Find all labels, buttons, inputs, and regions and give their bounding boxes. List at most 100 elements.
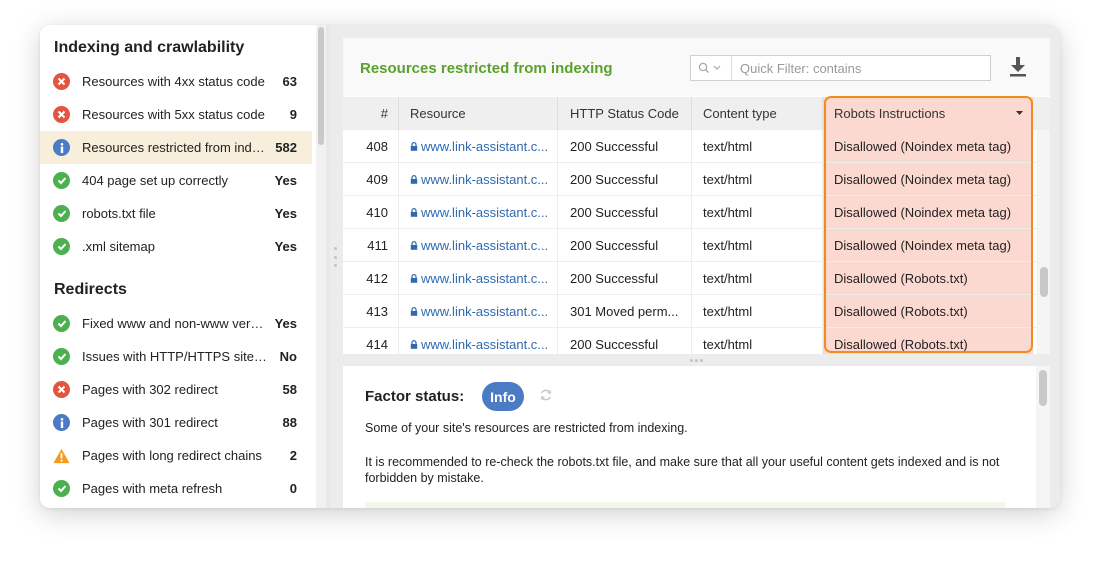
resource-link[interactable]: www.link-assistant.c... bbox=[399, 163, 558, 195]
factor-scroll-thumb[interactable] bbox=[1039, 370, 1047, 406]
resource-link[interactable]: www.link-assistant.c... bbox=[399, 295, 558, 327]
factor-scrollbar[interactable] bbox=[1036, 366, 1050, 508]
row-number: 409 bbox=[343, 163, 399, 195]
column-header-number[interactable]: # bbox=[343, 97, 399, 130]
refresh-button[interactable] bbox=[539, 388, 553, 402]
search-icon bbox=[698, 62, 721, 73]
sidebar-scrollbar[interactable] bbox=[316, 25, 326, 508]
sidebar-item-label: Pages with long redirect chains bbox=[82, 448, 262, 463]
column-header-robots[interactable]: Robots Instructions bbox=[823, 97, 1033, 130]
check-icon bbox=[53, 172, 70, 189]
content-type-cell-text: text/html bbox=[703, 171, 753, 187]
row-number: 414 bbox=[343, 328, 399, 354]
http-status-cell-text: 301 Moved perm... bbox=[570, 303, 679, 319]
resource-link-text[interactable]: www.link-assistant.c... bbox=[421, 139, 548, 154]
sidebar-item-label: Resources with 4xx status code bbox=[82, 74, 265, 89]
http-status-cell: 200 Successful bbox=[558, 163, 692, 195]
sidebar-item-label: Resources with 5xx status code bbox=[82, 107, 265, 122]
sidebar-item-fixed-www-and-non-www-versions[interactable]: Fixed www and non-www versions Yes bbox=[40, 307, 312, 340]
http-status-cell-text: 200 Successful bbox=[570, 204, 659, 220]
sidebar-item-pages-with-302-redirect[interactable]: Pages with 302 redirect 58 bbox=[40, 373, 312, 406]
content-type-cell: text/html bbox=[692, 130, 823, 162]
table-row[interactable]: 410 www.link-assistant.c... 200 Successful… bbox=[343, 196, 1037, 229]
column-label: Resource bbox=[410, 106, 466, 121]
table-row[interactable]: 413 www.link-assistant.c... 301 Moved perm… bbox=[343, 295, 1037, 328]
table-row[interactable]: 414 www.link-assistant.c... 200 Successful… bbox=[343, 328, 1037, 354]
resource-link-text[interactable]: www.link-assistant.c... bbox=[421, 337, 548, 352]
sidebar-item-issues-with-http-https-site-versions[interactable]: Issues with HTTP/HTTPS site ver... No bbox=[40, 340, 312, 373]
factor-status-badge: Info bbox=[482, 382, 524, 411]
download-icon bbox=[1010, 57, 1026, 77]
column-label: # bbox=[380, 106, 388, 121]
resource-link-text[interactable]: www.link-assistant.c... bbox=[421, 271, 548, 286]
resource-link[interactable]: www.link-assistant.c... bbox=[399, 130, 558, 162]
resource-link[interactable]: www.link-assistant.c... bbox=[399, 262, 558, 294]
column-header-http-status[interactable]: HTTP Status Code bbox=[558, 97, 692, 130]
resize-grip[interactable] bbox=[334, 247, 337, 267]
resource-link[interactable]: www.link-assistant.c... bbox=[399, 328, 558, 354]
resource-link-text[interactable]: www.link-assistant.c... bbox=[421, 238, 548, 253]
content-type-cell: text/html bbox=[692, 262, 823, 294]
table-row[interactable]: 409 www.link-assistant.c... 200 Successful… bbox=[343, 163, 1037, 196]
table-row[interactable]: 412 www.link-assistant.c... 200 Successful… bbox=[343, 262, 1037, 295]
resource-link-text[interactable]: www.link-assistant.c... bbox=[421, 304, 548, 319]
resource-link-text[interactable]: www.link-assistant.c... bbox=[421, 172, 548, 187]
error-icon bbox=[53, 381, 70, 398]
row-number: 408 bbox=[343, 130, 399, 162]
lock-icon bbox=[410, 339, 418, 349]
sidebar-scroll-thumb[interactable] bbox=[318, 27, 324, 145]
resource-link[interactable]: www.link-assistant.c... bbox=[399, 196, 558, 228]
search-filter-dropdown[interactable] bbox=[691, 56, 732, 80]
sidebar-item-pages-with-301-redirect[interactable]: Pages with 301 redirect 88 bbox=[40, 406, 312, 439]
sidebar-item-value: 582 bbox=[275, 140, 297, 155]
sidebar-item-label: Issues with HTTP/HTTPS site ver... bbox=[82, 349, 269, 364]
sidebar-item-robots-txt-file[interactable]: robots.txt file Yes bbox=[40, 197, 312, 230]
resource-link-text[interactable]: www.link-assistant.c... bbox=[421, 205, 548, 220]
sidebar-item-label: Pages with meta refresh bbox=[82, 481, 223, 496]
sidebar-item-pages-with-long-redirect-chains[interactable]: Pages with long redirect chains 2 bbox=[40, 439, 312, 472]
check-icon bbox=[53, 315, 70, 332]
table-row[interactable]: 411 www.link-assistant.c... 200 Successful… bbox=[343, 229, 1037, 262]
robots-instructions-cell-text: Disallowed (Noindex meta tag) bbox=[834, 138, 1012, 154]
sidebar-item-resources-restricted-from-indexing[interactable]: Resources restricted from indexi... 582 bbox=[40, 131, 312, 164]
table-scrollbar[interactable] bbox=[1037, 130, 1050, 354]
sidebar-item-404-page-set-up-correctly[interactable]: 404 page set up correctly Yes bbox=[40, 164, 312, 197]
horizontal-splitter[interactable] bbox=[343, 354, 1050, 366]
column-label: HTTP Status Code bbox=[570, 106, 679, 121]
http-status-cell: 200 Successful bbox=[558, 328, 692, 354]
info-icon bbox=[53, 139, 70, 156]
factor-status-label: Factor status: bbox=[365, 388, 465, 405]
robots-instructions-cell-text: Disallowed (Robots.txt) bbox=[834, 336, 968, 352]
sidebar-item-resources-with-5xx-status-code[interactable]: Resources with 5xx status code 9 bbox=[40, 98, 312, 131]
quick-filter-input[interactable] bbox=[732, 56, 990, 80]
sidebar-item-value: 0 bbox=[289, 481, 297, 496]
download-button[interactable] bbox=[1008, 56, 1028, 78]
robots-instructions-cell: Disallowed (Noindex meta tag) bbox=[823, 130, 1033, 162]
row-number-text: 410 bbox=[366, 204, 388, 220]
content-type-cell: text/html bbox=[692, 229, 823, 261]
sidebar: Indexing and crawlability Resources with … bbox=[40, 25, 316, 508]
sidebar-item-resources-with-4xx-status-code[interactable]: Resources with 4xx status code 63 bbox=[40, 65, 312, 98]
sidebar-item-pages-with-meta-refresh[interactable]: Pages with meta refresh 0 bbox=[40, 472, 312, 505]
sidebar-item-label: Fixed www and non-www versions bbox=[82, 316, 269, 331]
check-icon bbox=[53, 238, 70, 255]
column-header-resource[interactable]: Resource bbox=[399, 97, 558, 130]
factor-description: Some of your site's resources are restri… bbox=[365, 421, 688, 435]
resource-link[interactable]: www.link-assistant.c... bbox=[399, 229, 558, 261]
table-scroll-thumb[interactable] bbox=[1040, 267, 1048, 297]
lock-icon bbox=[410, 273, 418, 283]
http-status-cell: 200 Successful bbox=[558, 262, 692, 294]
http-status-cell-text: 200 Successful bbox=[570, 336, 659, 352]
sidebar-item-value: Yes bbox=[274, 206, 297, 221]
content-type-cell: text/html bbox=[692, 196, 823, 228]
sidebar-item-xml-sitemap[interactable]: .xml sitemap Yes bbox=[40, 230, 312, 263]
error-icon bbox=[53, 73, 70, 90]
robots-instructions-cell-text: Disallowed (Robots.txt) bbox=[834, 270, 968, 286]
table-header: # Resource HTTP Status Code Content type… bbox=[343, 97, 1050, 130]
lock-icon bbox=[410, 306, 418, 316]
table-row[interactable]: 408 www.link-assistant.c... 200 Successful… bbox=[343, 130, 1037, 163]
robots-instructions-cell-text: Disallowed (Robots.txt) bbox=[834, 303, 968, 319]
http-status-cell: 200 Successful bbox=[558, 229, 692, 261]
row-number-text: 414 bbox=[366, 336, 388, 352]
column-header-content-type[interactable]: Content type bbox=[692, 97, 823, 130]
